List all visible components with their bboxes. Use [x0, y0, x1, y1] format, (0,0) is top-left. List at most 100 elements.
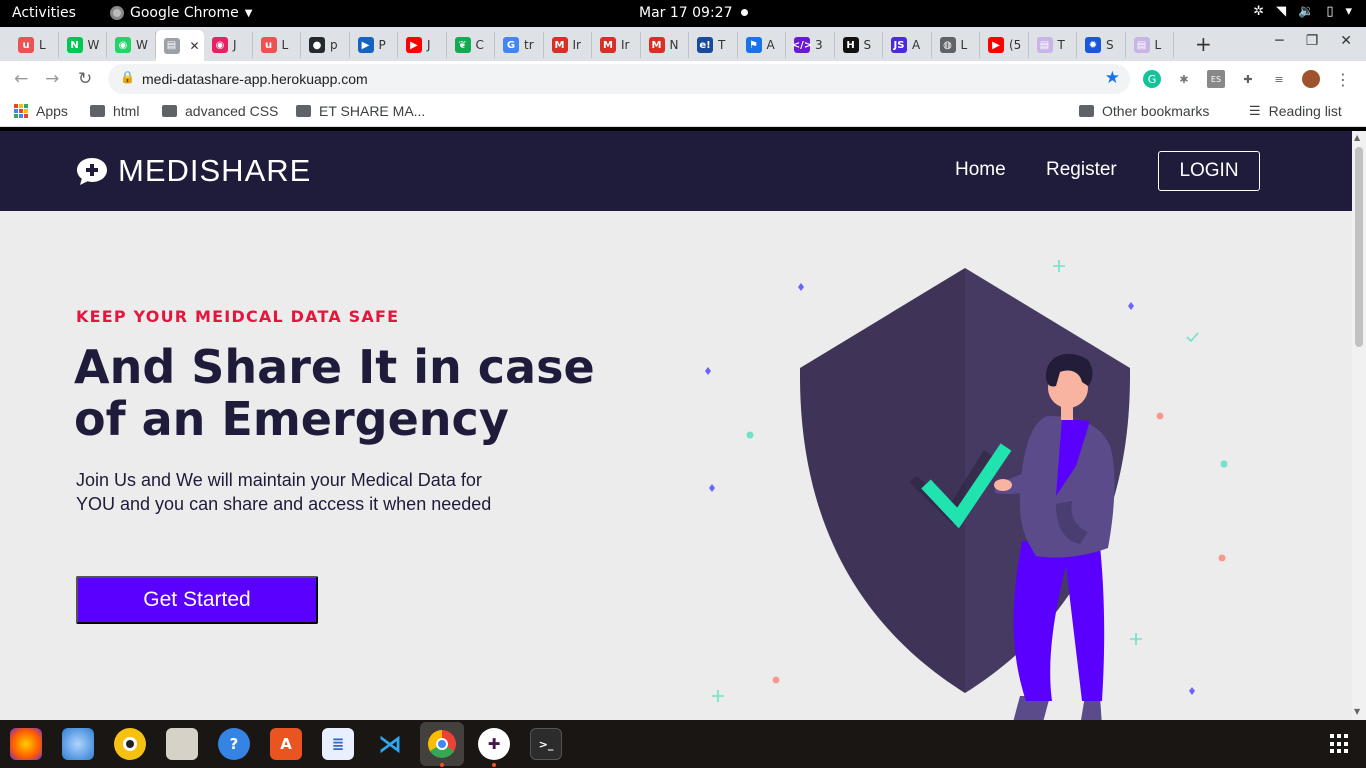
browser-tab[interactable]: ✹ S [1077, 32, 1126, 58]
reload-icon[interactable]: ↻ [78, 69, 92, 89]
browser-tab[interactable]: ▤ ✕ [155, 30, 204, 61]
show-applications-icon[interactable] [1330, 734, 1350, 754]
bookmark-folder-et-share[interactable]: ET SHARE MA... [296, 103, 425, 119]
system-tray[interactable]: ✲ ◥ 🔉 ▯ ▾ [1253, 4, 1352, 19]
back-arrow-icon[interactable]: ← [14, 69, 28, 89]
folder-icon [162, 105, 177, 117]
site-logo[interactable]: MEDISHARE [76, 153, 311, 189]
url-text[interactable]: medi-datashare-app.herokuapp.com [142, 71, 368, 87]
chrome-icon[interactable] [420, 722, 464, 766]
browser-tab[interactable]: JS A [883, 32, 932, 58]
browser-tab[interactable]: MN [641, 32, 689, 58]
js-icon: JS [891, 37, 907, 53]
avatar[interactable] [1302, 70, 1320, 88]
browser-tab[interactable]: ▶ J [398, 32, 447, 58]
play-icon: ▶ [357, 37, 374, 53]
browser-tab[interactable]: NW [59, 32, 107, 58]
browser-tab[interactable]: ▶ P [350, 32, 398, 58]
google-icon: G [503, 37, 519, 53]
browser-tab[interactable]: uL [253, 32, 301, 58]
brand-name: MEDISHARE [118, 153, 312, 188]
reading-list[interactable]: ☰ Reading list [1249, 103, 1342, 119]
restore-icon[interactable]: ❐ [1306, 33, 1319, 49]
software-center-icon[interactable]: A [270, 728, 302, 760]
tab-title: N [669, 38, 679, 52]
gear-icon: ✹ [1085, 37, 1101, 53]
firefox-icon[interactable] [10, 728, 42, 760]
text-editor-icon[interactable]: ≣ [322, 728, 354, 760]
browser-tab[interactable]: ❦ C [447, 32, 495, 58]
puzzle-extensions-icon[interactable]: ✚ [1239, 70, 1257, 88]
bookmark-label: Other bookmarks [1102, 103, 1210, 119]
scroll-down-icon[interactable]: ▼ [1354, 707, 1360, 716]
thunderbird-icon[interactable] [62, 728, 94, 760]
browser-tab[interactable]: ◍ L [932, 32, 980, 58]
app-menu[interactable]: Google Chrome ▼ [110, 5, 252, 21]
browser-tab[interactable]: HS [835, 32, 883, 58]
vscode-icon[interactable]: ⋊ [374, 728, 406, 760]
browser-tab[interactable]: ▶ (5 [980, 32, 1029, 58]
bookmark-apps[interactable]: Apps [14, 103, 68, 119]
e-icon: e! [697, 37, 713, 53]
forward-arrow-icon[interactable]: → [45, 69, 59, 89]
hero-headline: And Share It in case of an Emergency [74, 340, 595, 446]
browser-tab[interactable]: </> 3 [786, 32, 835, 58]
dock: ? A ≣ ⋊ ✚ >_ [0, 720, 1366, 768]
es-extension-icon[interactable]: ES [1207, 70, 1225, 88]
browser-tab[interactable]: e! T [689, 32, 738, 58]
tab-title: W [136, 38, 148, 52]
scroll-up-icon[interactable]: ▲ [1354, 133, 1360, 142]
power-menu-icon[interactable]: ▾ [1345, 4, 1352, 19]
browser-tab[interactable]: ⚑ A [738, 32, 786, 58]
login-button[interactable]: LOGIN [1158, 151, 1260, 191]
browser-tab[interactable]: M Ir [544, 32, 592, 58]
new-tab-button[interactable]: + [1195, 32, 1212, 56]
address-bar[interactable]: 🔒 medi-datashare-app.herokuapp.com ★ [108, 64, 1130, 94]
nav-register[interactable]: Register [1046, 159, 1117, 181]
scrollbar-thumb[interactable] [1355, 147, 1363, 347]
tab-title: Ir [621, 38, 630, 52]
tab-title: T [1057, 38, 1065, 52]
help-icon[interactable]: ? [218, 728, 250, 760]
window-controls: ─ ❐ ✕ [1275, 33, 1352, 49]
browser-tab[interactable]: ● p [301, 32, 350, 58]
page-icon: ▤ [1036, 37, 1053, 53]
bookmark-star-icon[interactable]: ★ [1105, 68, 1120, 88]
gmail-icon: M [551, 37, 568, 53]
bookmark-folder-html[interactable]: html [90, 103, 139, 119]
more-menu-icon[interactable]: ⋮ [1334, 70, 1352, 89]
nav-home[interactable]: Home [955, 159, 1006, 181]
security-shield-illustration [705, 260, 1228, 720]
hero-lead: Join Us and We will maintain your Medica… [76, 470, 492, 514]
terminal-icon[interactable]: >_ [530, 728, 562, 760]
bug-extension-icon[interactable]: ✱ [1175, 70, 1193, 88]
close-icon[interactable]: ✕ [1340, 33, 1352, 49]
tab-title: A [912, 38, 921, 52]
browser-tab[interactable]: M Ir [592, 32, 641, 58]
browser-tab[interactable]: ◉ J [204, 32, 253, 58]
slack-tray-icon[interactable]: ✲ [1253, 4, 1264, 19]
folder-icon [296, 105, 311, 117]
clock[interactable]: Mar 17 09:27 [639, 5, 732, 21]
media-queue-icon[interactable]: ≡ [1270, 70, 1288, 88]
chevron-down-icon: ▼ [244, 7, 253, 19]
browser-tab[interactable]: Gtr [495, 32, 544, 58]
rhythmbox-icon[interactable] [114, 728, 146, 760]
web-page: MEDISHARE Home Register LOGIN KEEP YOUR … [0, 131, 1352, 720]
browser-tab[interactable]: ▤ T [1029, 32, 1077, 58]
bookmark-other[interactable]: Other bookmarks [1079, 103, 1209, 119]
files-icon[interactable] [166, 728, 198, 760]
minimize-icon[interactable]: ─ [1275, 33, 1283, 49]
activities-button[interactable]: Activities [12, 5, 76, 21]
grammarly-icon[interactable]: G [1143, 70, 1161, 88]
tab-title: L [960, 38, 968, 52]
browser-tab[interactable]: uL [10, 32, 59, 58]
close-tab-icon[interactable]: ✕ [190, 39, 200, 53]
browser-tab[interactable]: ▤ L [1126, 32, 1174, 58]
browser-tab[interactable]: ◉ W [107, 32, 156, 58]
bookmark-folder-advanced-css[interactable]: advanced CSS [162, 103, 278, 119]
lock-icon[interactable]: 🔒 [120, 70, 135, 84]
slack-icon[interactable]: ✚ [478, 728, 510, 760]
get-started-button[interactable]: Get Started [76, 576, 318, 624]
page-scrollbar[interactable]: ▲ ▼ [1352, 131, 1366, 720]
